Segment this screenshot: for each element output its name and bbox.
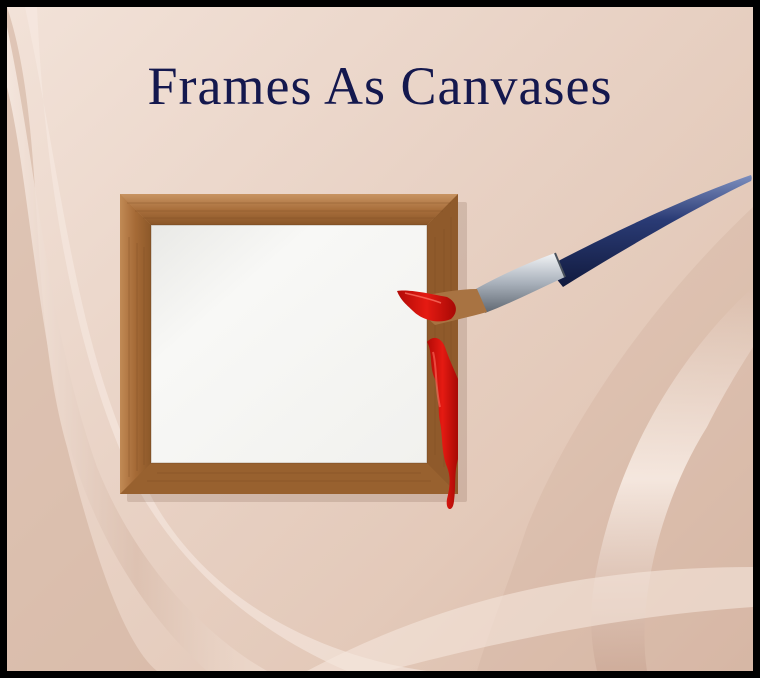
wooden-frame [120, 194, 458, 494]
page-title: Frames As Canvases [147, 56, 613, 116]
image-stage: Frames As Canvases [0, 0, 760, 678]
silk-background: Frames As Canvases [7, 7, 753, 671]
